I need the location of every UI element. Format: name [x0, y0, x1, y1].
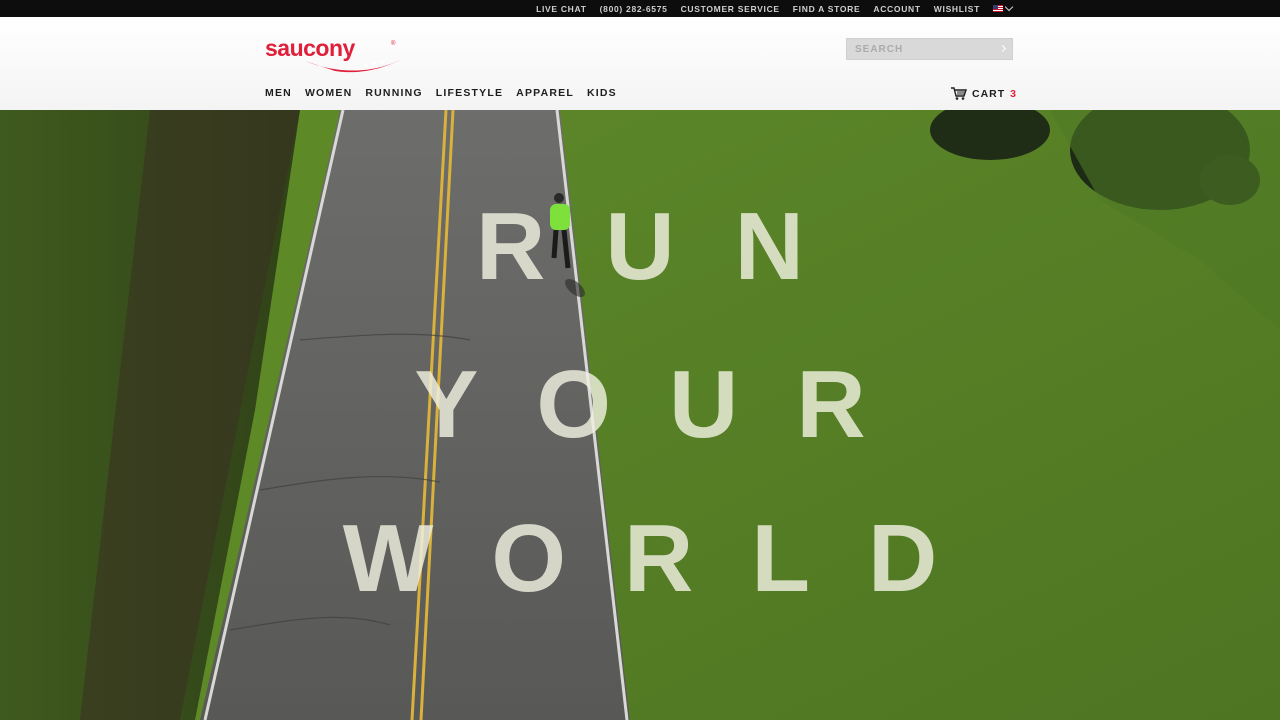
account-link[interactable]: ACCOUNT [873, 4, 920, 14]
utility-links: LIVE CHAT (800) 282-6575 CUSTOMER SERVIC… [536, 0, 1014, 17]
search-box[interactable] [846, 38, 1013, 60]
nav-running[interactable]: RUNNING [365, 87, 422, 99]
svg-text:®: ® [391, 40, 396, 47]
search-submit-icon[interactable] [998, 44, 1007, 53]
cart-count: 3 [1010, 87, 1018, 100]
logo-swoosh-icon: ® [305, 40, 402, 73]
country-selector[interactable] [993, 2, 1014, 12]
cart-link[interactable]: CART 3 [951, 87, 1017, 100]
nav-kids[interactable]: KIDS [587, 87, 617, 99]
nav-men[interactable]: MEN [265, 87, 292, 99]
hero-headline-your: YOUR [414, 351, 924, 458]
site-header: saucony ® MEN WOMEN RUNNING LIFESTYLE AP… [0, 17, 1280, 110]
nav-lifestyle[interactable]: LIFESTYLE [436, 87, 503, 99]
us-flag-icon [993, 5, 1003, 12]
cart-label: CART [972, 87, 1006, 100]
nav-women[interactable]: WOMEN [305, 87, 352, 99]
live-chat-link[interactable]: LIVE CHAT [536, 4, 587, 14]
chevron-down-icon [1004, 2, 1014, 12]
main-nav: MEN WOMEN RUNNING LIFESTYLE APPAREL KIDS [265, 87, 630, 99]
nav-apparel[interactable]: APPAREL [516, 87, 574, 99]
wishlist-link[interactable]: WISHLIST [934, 4, 980, 14]
hero-headline-world: WORLD [342, 505, 996, 612]
hero-headline-run: RUN [476, 193, 864, 300]
cart-icon [951, 87, 967, 100]
search-input[interactable] [847, 39, 995, 60]
utility-bar: LIVE CHAT (800) 282-6575 CUSTOMER SERVIC… [0, 0, 1280, 17]
hero-banner[interactable]: RUN YOUR WORLD [0, 110, 1280, 720]
find-store-link[interactable]: FIND A STORE [793, 4, 861, 14]
phone-number[interactable]: (800) 282-6575 [600, 4, 668, 14]
saucony-logo[interactable]: saucony ® [265, 35, 405, 75]
customer-service-link[interactable]: CUSTOMER SERVICE [681, 4, 780, 14]
